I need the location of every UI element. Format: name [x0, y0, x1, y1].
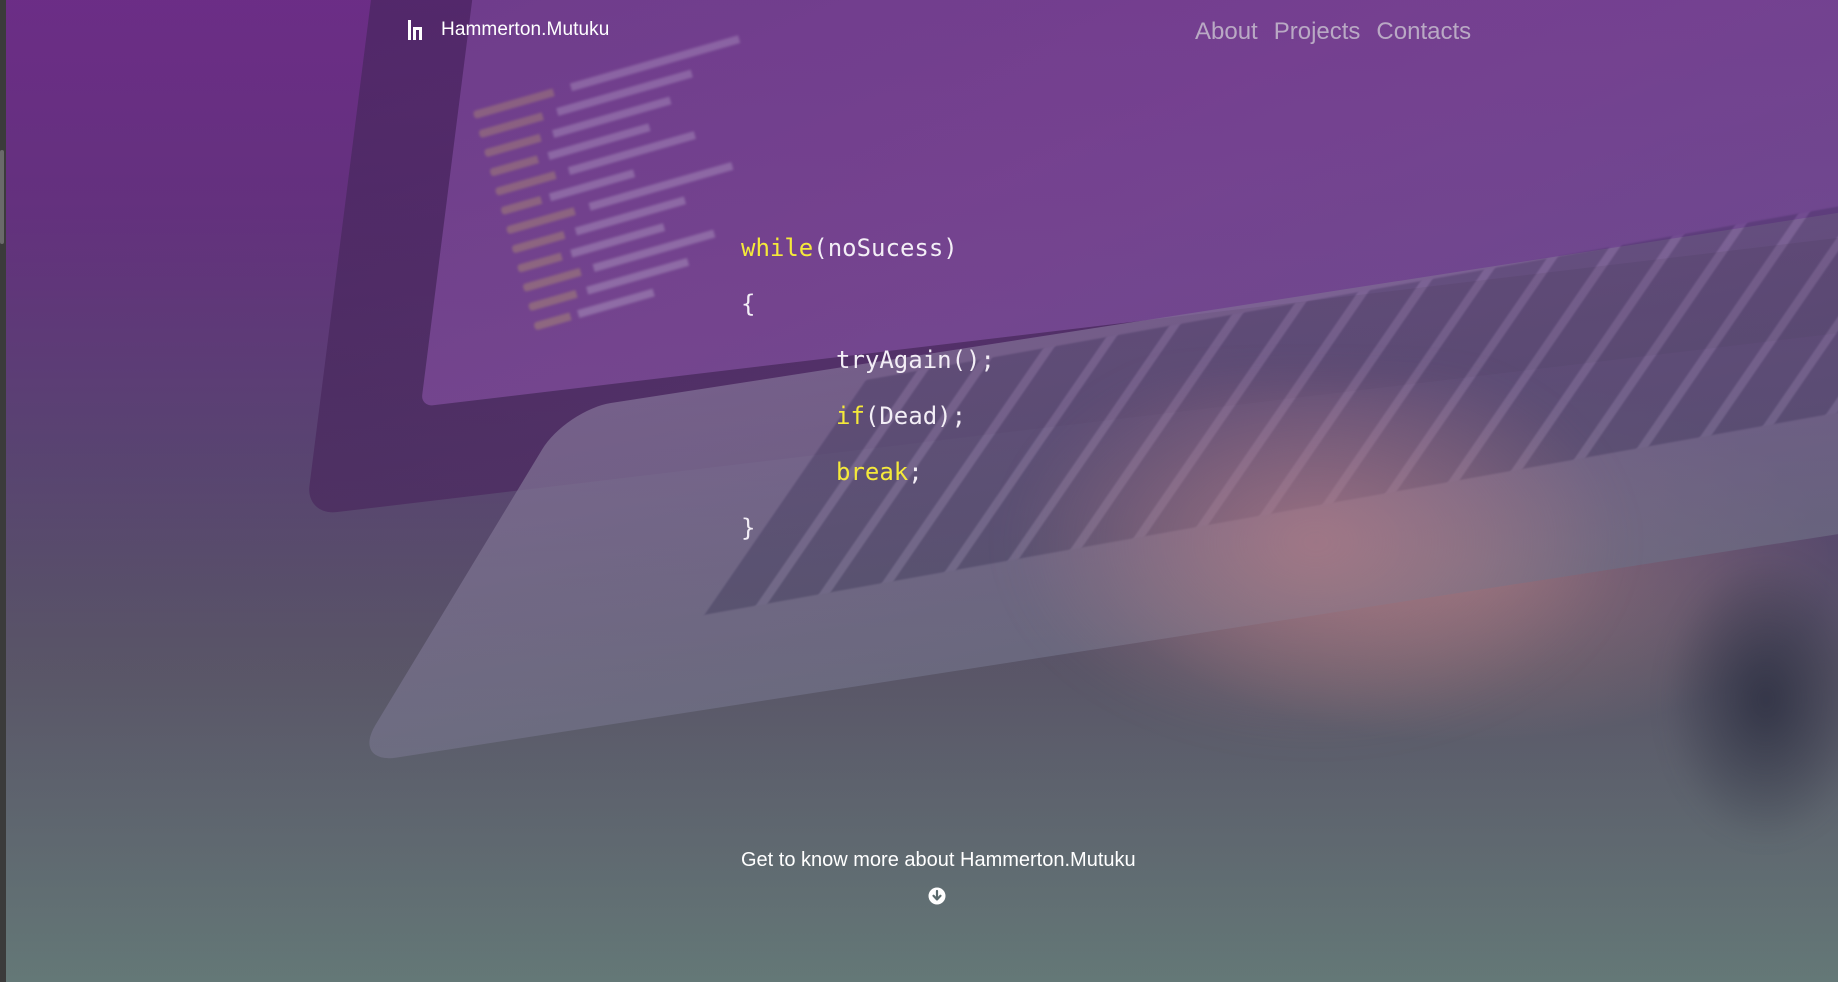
brand[interactable]: Hammerton.Mutuku [405, 18, 609, 42]
code-text: tryAgain(); [836, 346, 995, 374]
code-text: ; [908, 458, 923, 486]
edge-scroll-handle[interactable] [0, 150, 4, 244]
code-text: } [741, 514, 756, 542]
code-line: if(Dead); [741, 400, 995, 456]
code-line: while(noSucess) [741, 232, 995, 288]
nav-link-about[interactable]: About [1195, 18, 1258, 46]
code-line: { [741, 288, 995, 344]
code-text: (noSucess) [813, 234, 958, 262]
code-line: } [741, 512, 995, 568]
code-keyword: while [741, 234, 814, 262]
h-logo-icon [405, 18, 427, 42]
arrow-down-circle-icon[interactable] [928, 887, 946, 905]
main-nav: About Projects Contacts [1195, 18, 1471, 46]
nav-link-contacts[interactable]: Contacts [1376, 18, 1471, 46]
brand-name: Hammerton.Mutuku [441, 19, 610, 40]
code-line: tryAgain(); [741, 344, 995, 400]
hero-code-snippet: while(noSucess) { tryAgain(); if(Dead); … [741, 232, 995, 568]
code-keyword: break [836, 458, 909, 486]
code-line: break; [741, 456, 995, 512]
code-keyword: if [836, 402, 865, 430]
learn-more-text[interactable]: Get to know more about Hammerton.Mutuku [741, 849, 1136, 872]
code-text: { [741, 290, 756, 318]
code-text: (Dead); [864, 402, 967, 430]
nav-link-projects[interactable]: Projects [1274, 18, 1361, 46]
